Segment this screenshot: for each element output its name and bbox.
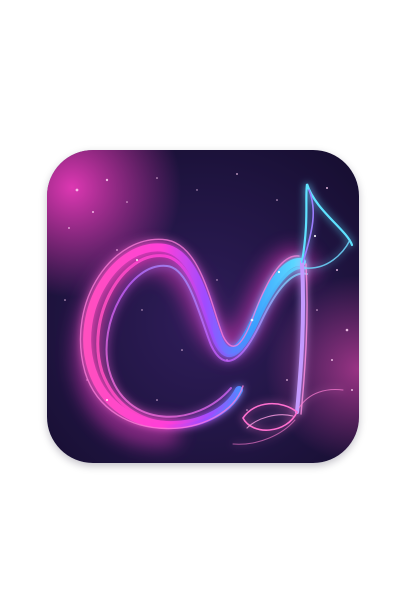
music-note-logo-icon xyxy=(47,150,359,463)
screen xyxy=(0,0,408,612)
app-icon[interactable] xyxy=(47,150,359,463)
